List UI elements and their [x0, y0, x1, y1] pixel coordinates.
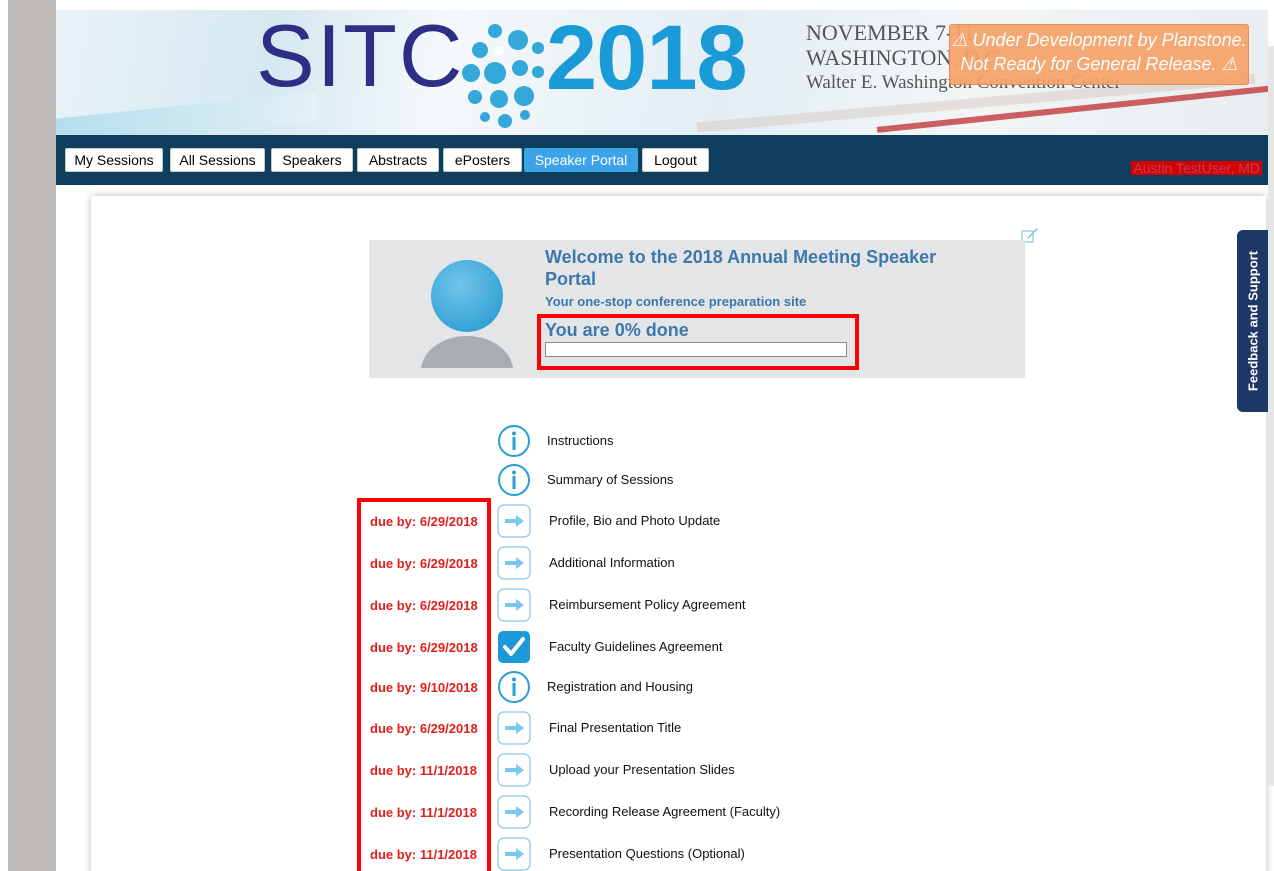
- step-row: due by: 6/29/2018 Reimbursement Policy Ag…: [91, 586, 1091, 626]
- arrow-right-icon[interactable]: [497, 753, 531, 787]
- arrow-right-icon[interactable]: [497, 711, 531, 745]
- progress-highlight: You are 0% done: [537, 314, 859, 370]
- step-label[interactable]: Additional Information: [549, 555, 675, 570]
- arrow-right-icon[interactable]: [497, 795, 531, 829]
- step-row: Summary of Sessions: [91, 461, 1091, 501]
- user-name[interactable]: Austin TestUser, MD: [1131, 161, 1262, 175]
- step-row: Instructions: [91, 422, 1091, 462]
- step-label[interactable]: Upload your Presentation Slides: [549, 762, 735, 777]
- speaker-portal-card: Welcome to the 2018 Annual Meeting Speak…: [91, 196, 1266, 871]
- info-icon[interactable]: [497, 463, 531, 497]
- step-label[interactable]: Registration and Housing: [547, 679, 693, 694]
- checkmark-icon[interactable]: [497, 630, 531, 664]
- step-row: due by: 11/1/2018 Upload your Presentatio…: [91, 751, 1091, 791]
- scrollbar[interactable]: [1268, 46, 1274, 786]
- welcome-box: Welcome to the 2018 Annual Meeting Speak…: [369, 240, 1025, 378]
- step-label[interactable]: Faculty Guidelines Agreement: [549, 639, 722, 654]
- nav-all-sessions[interactable]: All Sessions: [170, 148, 265, 172]
- development-notice: ⚠ Under Development by Planstone. Not Re…: [949, 24, 1249, 85]
- nav-logout[interactable]: Logout: [642, 148, 709, 172]
- logo-sitc-text: SITC: [256, 10, 465, 105]
- nav-my-sessions[interactable]: My Sessions: [65, 148, 163, 172]
- step-row: due by: 9/10/2018 Registration and Housin…: [91, 668, 1091, 708]
- due-dates-highlight: [357, 498, 491, 871]
- step-row: due by: 6/29/2018 Profile, Bio and Photo …: [91, 502, 1091, 542]
- step-label[interactable]: Final Presentation Title: [549, 720, 681, 735]
- arrow-right-icon[interactable]: [497, 546, 531, 580]
- step-row: due by: 11/1/2018 Presentation Questions …: [91, 835, 1091, 871]
- welcome-subtitle: Your one-stop conference preparation sit…: [545, 294, 807, 309]
- step-row: due by: 6/29/2018 Final Presentation Titl…: [91, 709, 1091, 749]
- page: SITC 2018 NOVEMBER 7-11 WASHINGTON, D.C.…: [56, 10, 1268, 871]
- dev-notice-line2: Not Ready for General Release. ⚠: [960, 54, 1238, 74]
- avatar: [417, 250, 521, 368]
- header-banner: SITC 2018 NOVEMBER 7-11 WASHINGTON, D.C.…: [56, 10, 1268, 135]
- step-label[interactable]: Recording Release Agreement (Faculty): [549, 804, 780, 819]
- nav-abstracts[interactable]: Abstracts: [357, 148, 439, 172]
- step-label[interactable]: Presentation Questions (Optional): [549, 846, 745, 861]
- arrow-right-icon[interactable]: [497, 504, 531, 538]
- info-icon[interactable]: [497, 424, 531, 458]
- step-label[interactable]: Reimbursement Policy Agreement: [549, 597, 746, 612]
- arrow-right-icon[interactable]: [497, 588, 531, 622]
- main-nav: My Sessions All Sessions Speakers Abstra…: [56, 135, 1268, 185]
- arrow-right-icon[interactable]: [497, 837, 531, 871]
- step-row: due by: 6/29/2018 Additional Information: [91, 544, 1091, 584]
- progress-bar: [545, 342, 847, 357]
- feedback-label: Feedback and Support: [1245, 250, 1260, 392]
- step-label[interactable]: Instructions: [547, 433, 613, 448]
- welcome-title: Welcome to the 2018 Annual Meeting Speak…: [545, 247, 937, 289]
- left-gutter: [0, 0, 56, 871]
- step-row: due by: 11/1/2018 Recording Release Agree…: [91, 793, 1091, 833]
- progress-text: You are 0% done: [545, 320, 689, 340]
- step-label[interactable]: Profile, Bio and Photo Update: [549, 513, 720, 528]
- nav-speaker-portal[interactable]: Speaker Portal: [524, 148, 638, 172]
- nav-eposters[interactable]: ePosters: [443, 148, 522, 172]
- step-label[interactable]: Summary of Sessions: [547, 472, 673, 487]
- logo-year-text: 2018: [546, 10, 748, 109]
- feedback-tab[interactable]: Feedback and Support: [1237, 230, 1268, 412]
- step-row: due by: 6/29/2018 Faculty Guidelines Agre…: [91, 628, 1091, 668]
- dev-notice-line1: ⚠ Under Development by Planstone.: [951, 30, 1247, 50]
- logo-orb-icon: [458, 20, 554, 130]
- info-icon[interactable]: [497, 670, 531, 704]
- nav-speakers[interactable]: Speakers: [271, 148, 353, 172]
